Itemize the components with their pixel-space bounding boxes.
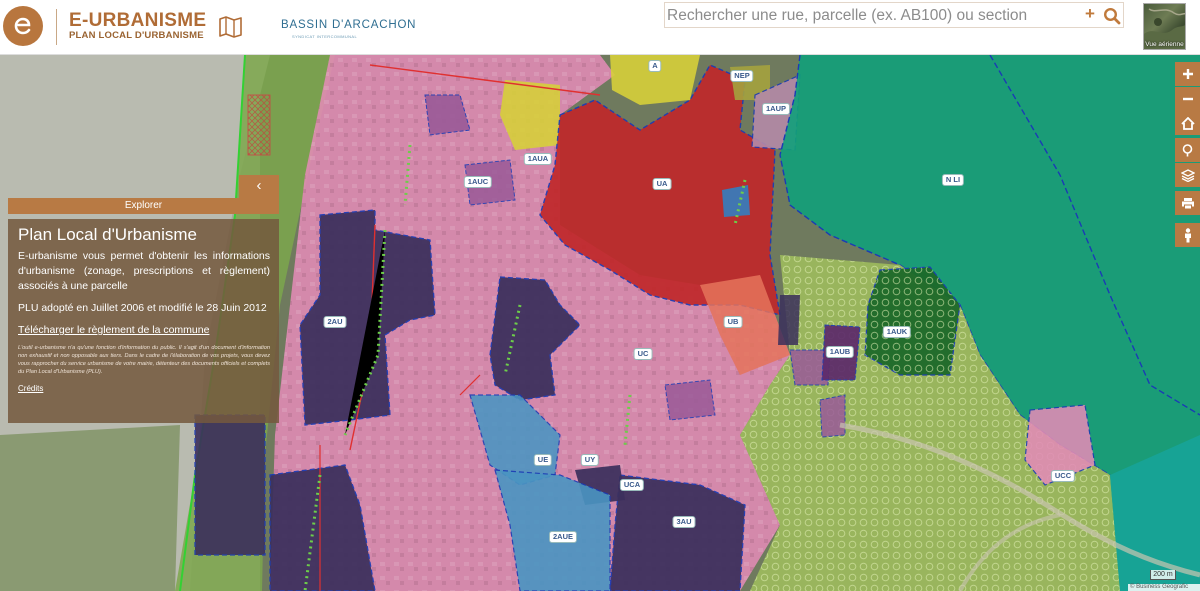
- search-box: +: [664, 2, 1124, 28]
- zone-blue-small[interactable]: [722, 185, 750, 217]
- zone-label: UY: [580, 454, 600, 466]
- zone-purple-4[interactable]: [819, 394, 846, 438]
- zone-label: 1AUC: [463, 176, 493, 188]
- zone-label: UA: [652, 178, 672, 190]
- partner-logo-text: BASSIN D'ARCACHON: [281, 19, 417, 31]
- zone-label: A: [648, 60, 662, 72]
- logo-e-icon: [14, 17, 31, 35]
- header-divider: [56, 9, 57, 45]
- zone-label: 1AUA: [523, 153, 553, 165]
- search-icon[interactable]: [1103, 7, 1121, 25]
- download-regulation-link[interactable]: Télécharger le règlement de la commune: [18, 324, 270, 336]
- app-logo[interactable]: [3, 6, 43, 46]
- zone-label: 2AUE: [548, 531, 578, 543]
- zoom-out-button[interactable]: [1175, 87, 1200, 111]
- zone-label: UCC: [1050, 470, 1076, 482]
- zone-label: UB: [723, 316, 743, 328]
- brand-subtitle: PLAN LOCAL D'URBANISME: [69, 30, 204, 41]
- map-attribution: © Business Geografic: [1128, 584, 1200, 591]
- zoom-in-button[interactable]: [1175, 62, 1200, 86]
- home-icon: [1180, 116, 1195, 130]
- plus-icon: [1182, 69, 1193, 79]
- zone-dark-strip[interactable]: [778, 295, 800, 345]
- zone-label: UE: [533, 454, 553, 466]
- zone-label: 2AU: [323, 316, 347, 328]
- print-icon: [1181, 197, 1194, 209]
- aerial-view-toggle[interactable]: Vue aérienne: [1143, 3, 1186, 50]
- explorer-tab[interactable]: Explorer: [8, 198, 279, 214]
- zone-purple-2[interactable]: [664, 379, 716, 421]
- layers-icon: [1180, 168, 1195, 182]
- aerial-view-label: Vue aérienne: [1145, 41, 1184, 48]
- minus-icon: [1182, 97, 1193, 101]
- zone-label: 3AU: [672, 516, 696, 528]
- street-view-button[interactable]: [1175, 223, 1200, 247]
- panel-disclaimer: L'outil e-urbanisme n'a qu'une fonction …: [18, 345, 270, 375]
- zone-label: 1AUK: [882, 326, 912, 338]
- scale-bar: 200 m: [1150, 570, 1176, 580]
- zone-label: UC: [633, 348, 653, 360]
- zone-label: UCA: [619, 479, 645, 491]
- zone-label: N LI: [941, 174, 965, 186]
- collapse-panel-button[interactable]: ‹: [239, 175, 279, 198]
- brand-title: E-URBANISME: [69, 10, 207, 31]
- panel-description: E-urbanisme vous permet d'obtenir les in…: [18, 250, 270, 292]
- map-book-icon[interactable]: [218, 15, 243, 39]
- layers-button[interactable]: [1175, 163, 1200, 187]
- partner-tagline: SYNDICAT INTERCOMMUNAL: [292, 34, 358, 39]
- credits-link[interactable]: Crédits: [18, 384, 270, 393]
- panel-dates: PLU adopté en Juillet 2006 et modifié le…: [18, 302, 267, 314]
- zone-au-west[interactable]: [194, 414, 266, 556]
- search-input[interactable]: [667, 4, 1067, 27]
- app-root: E-URBANISME PLAN LOCAL D'URBANISME BASSI…: [0, 0, 1200, 591]
- info-panel: Plan Local d'Urbanisme E-urbanisme vous …: [8, 219, 279, 423]
- zone-label: 1AUB: [825, 346, 855, 358]
- print-button[interactable]: [1175, 191, 1200, 215]
- zone-label: NEP: [730, 70, 754, 82]
- locate-button[interactable]: [1175, 138, 1200, 162]
- search-options-button[interactable]: +: [1085, 4, 1095, 24]
- location-icon: [1182, 143, 1193, 156]
- zone-label: 1AUP: [761, 103, 791, 115]
- person-icon: [1184, 227, 1191, 242]
- panel-title: Plan Local d'Urbanisme: [18, 225, 198, 244]
- home-button[interactable]: [1175, 111, 1200, 135]
- header: E-URBANISME PLAN LOCAL D'URBANISME BASSI…: [0, 0, 1200, 55]
